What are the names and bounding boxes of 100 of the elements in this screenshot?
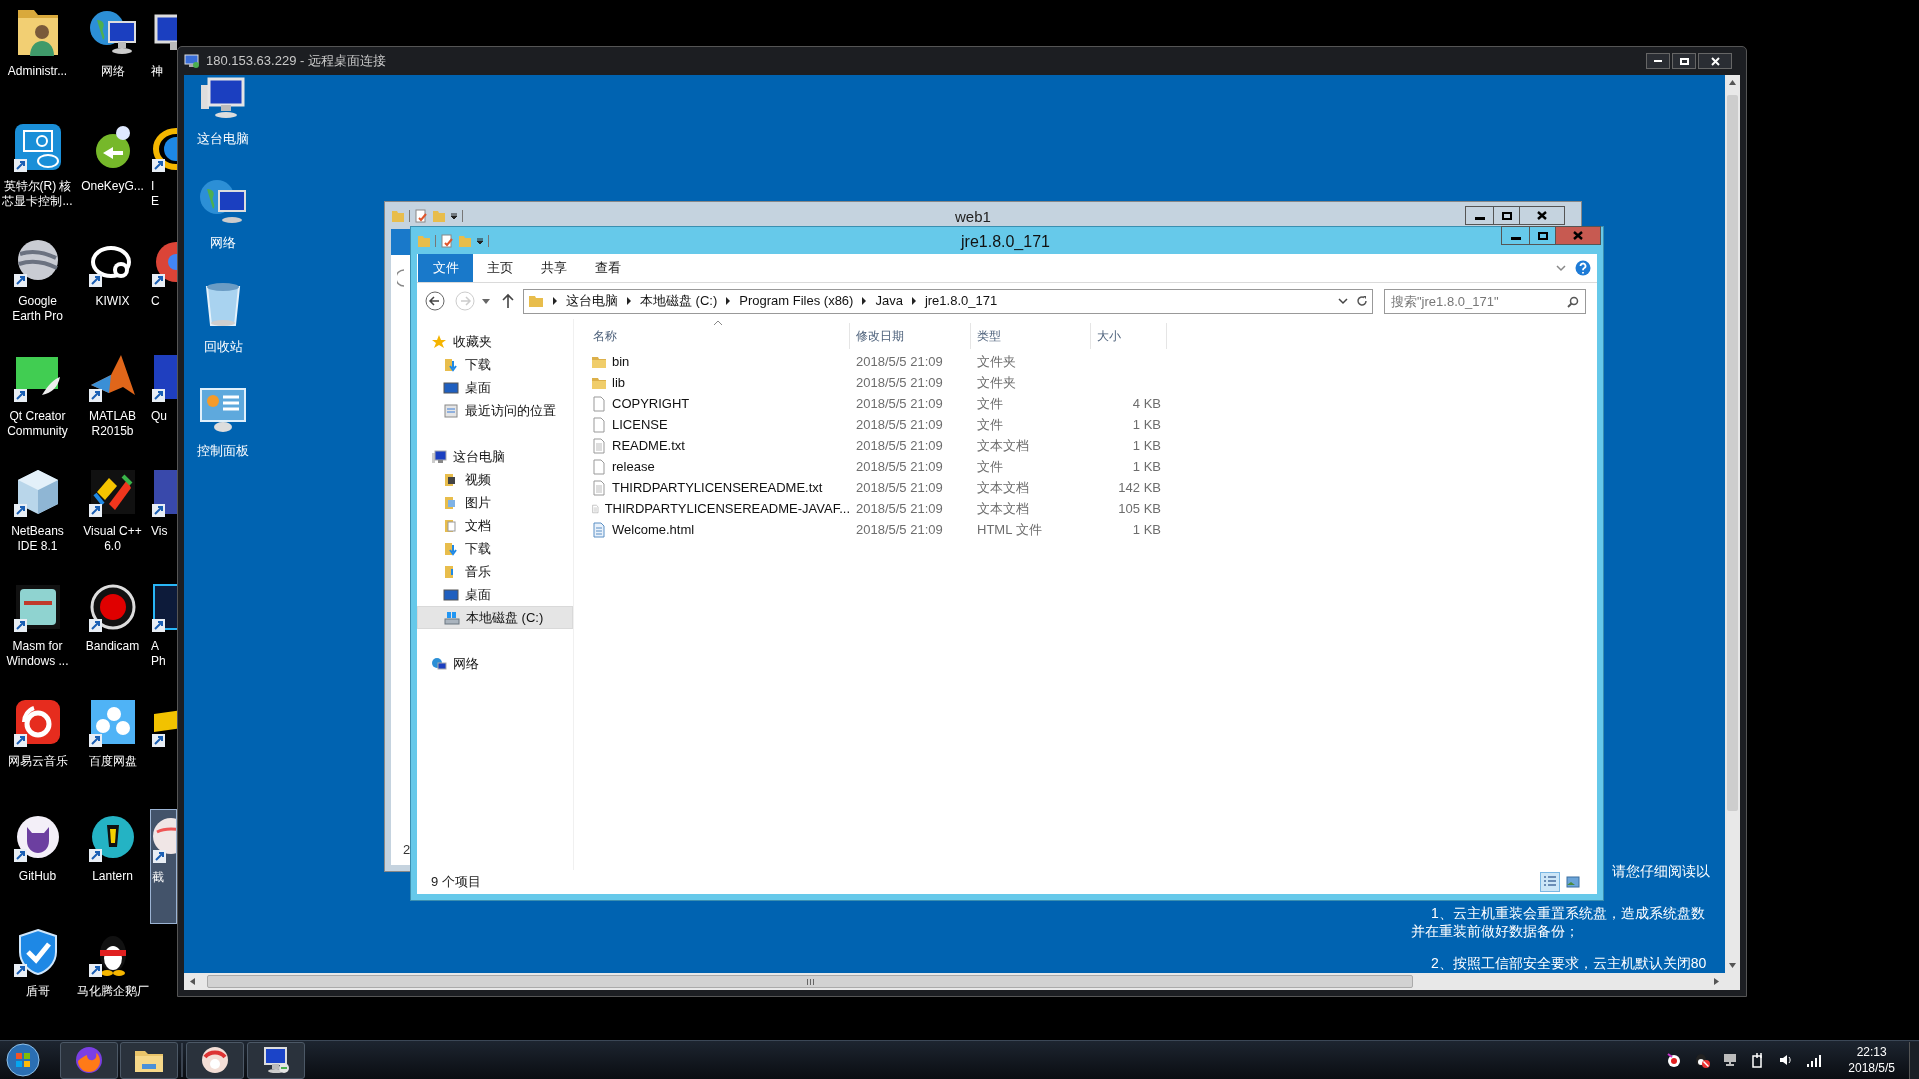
desktop-shortcut[interactable]: 马化腾企鹅厂 [75, 924, 150, 1039]
desktop-shortcut[interactable]: Google Earth Pro [0, 234, 75, 349]
desktop-shortcut[interactable]: GitHub [0, 809, 75, 924]
desktop-shortcut[interactable]: 控制面板 [186, 381, 260, 485]
nav-item[interactable]: 下载 [417, 353, 573, 376]
desktop-shortcut[interactable]: 网络 [75, 4, 150, 119]
refresh-icon[interactable] [1356, 295, 1368, 307]
desktop-shortcut[interactable]: Lantern [75, 809, 150, 924]
column-header[interactable]: 大小 [1091, 323, 1167, 349]
vertical-scrollbar[interactable] [1725, 75, 1740, 973]
nav-item[interactable]: 最近访问的位置 [417, 399, 573, 422]
nav-item[interactable]: 图片 [417, 491, 573, 514]
file-row[interactable]: Welcome.html 2018/5/5 21:09 HTML 文件 1 KB [574, 519, 1167, 540]
breadcrumb-item[interactable]: Java [875, 291, 903, 311]
caret-icon[interactable] [481, 296, 491, 306]
file-row[interactable]: THIRDPARTYLICENSEREADME.txt 2018/5/5 21:09 文本文档 142 KB [574, 477, 1167, 498]
chevron-right-icon[interactable] [910, 297, 917, 305]
desktop-shortcut[interactable]: NetBeans IDE 8.1 [0, 464, 75, 579]
nav-item[interactable]: 本地磁盘 (C:) [417, 606, 573, 629]
search-field[interactable]: 搜索"jre1.8.0_171" [1384, 288, 1586, 314]
caret-icon[interactable] [450, 210, 458, 221]
column-header[interactable]: 类型 [971, 323, 1091, 349]
column-header[interactable]: 名称 [574, 323, 850, 349]
desktop-shortcut[interactable]: 网易云音乐 [0, 694, 75, 809]
chevron-right-icon[interactable] [626, 297, 632, 305]
maximize-button[interactable] [1530, 226, 1556, 245]
ribbon-tab[interactable]: 文件 [418, 254, 473, 282]
desktop-shortcut[interactable]: 这台电脑 [186, 75, 260, 173]
penguin-tray-icon[interactable] [1694, 1052, 1711, 1068]
desktop-shortcut[interactable]: KIWIX [75, 234, 150, 349]
maximize-button[interactable] [1672, 53, 1696, 69]
details-view-button[interactable] [1540, 872, 1560, 892]
nav-item[interactable]: 音乐 [417, 560, 573, 583]
chevron-right-icon[interactable] [861, 297, 868, 305]
scroll-up-arrow-icon[interactable] [1728, 78, 1737, 87]
nav-item[interactable]: 视频 [417, 468, 573, 491]
desktop-shortcut[interactable]: Masm for Windows ... [0, 579, 75, 694]
file-row[interactable]: bin 2018/5/5 21:09 文件夹 [574, 351, 1167, 372]
nav-item[interactable]: 桌面 [417, 583, 573, 606]
breadcrumb-item[interactable]: Program Files (x86) [739, 291, 854, 311]
desktop-shortcut[interactable]: 百度网盘 [75, 694, 150, 809]
desktop-shortcut[interactable]: MATLAB R2015b [75, 349, 150, 464]
minimize-button[interactable] [1501, 226, 1530, 245]
file-row[interactable]: COPYRIGHT 2018/5/5 21:09 文件 4 KB [574, 393, 1167, 414]
desktop-shortcut[interactable]: 回收站 [186, 277, 260, 381]
browser-taskbar-button[interactable] [60, 1041, 118, 1079]
breadcrumb-item[interactable]: jre1.8.0_171 [924, 291, 998, 311]
scroll-down-arrow-icon[interactable] [1728, 961, 1737, 970]
clock[interactable]: 22:13 2018/5/5 [1848, 1044, 1895, 1076]
desktop-shortcut[interactable]: I E [150, 119, 177, 234]
close-button[interactable] [1698, 53, 1732, 69]
file-row[interactable]: README.txt 2018/5/5 21:09 文本文档 1 KB [574, 435, 1167, 456]
app-taskbar-button[interactable] [186, 1041, 244, 1079]
help-icon[interactable] [1575, 260, 1591, 276]
chevron-right-icon[interactable] [552, 297, 558, 305]
chevron-icon[interactable] [1338, 297, 1348, 305]
remote-desktop-taskbar-button[interactable] [247, 1041, 305, 1079]
signal-icon[interactable] [1806, 1052, 1823, 1068]
desktop-shortcut[interactable]: Bandicam [75, 579, 150, 694]
back-icon[interactable] [425, 291, 445, 311]
desktop-shortcut[interactable]: 盾哥 [0, 924, 75, 1039]
minimize-button[interactable] [1646, 53, 1670, 69]
nav-item[interactable]: 桌面 [417, 376, 573, 399]
nav-item[interactable]: 收藏夹 [417, 330, 573, 353]
desktop-shortcut[interactable]: Visual C++ 6.0 [75, 464, 150, 579]
horizontal-scrollbar[interactable] [184, 973, 1740, 990]
address-bar[interactable]: 这台电脑 本地磁盘 (C:) Program Files (x86) Java jre1.8.0_171 [523, 288, 1373, 314]
ribbon-tab[interactable]: 主页 [473, 254, 527, 282]
desktop-shortcut[interactable]: Administr... [0, 4, 75, 119]
icon-label: 盾哥 [25, 984, 50, 999]
breadcrumb-item[interactable]: 这台电脑 [566, 291, 618, 311]
file-name: THIRDPARTYLICENSEREADME.txt [612, 478, 823, 497]
desktop-shortcut[interactable]: Qt Creator Community [0, 349, 75, 464]
file-row[interactable]: THIRDPARTYLICENSEREADME-JAVAF... 2018/5/5 21:09 文本文档 105 KB [574, 498, 1167, 519]
file-row[interactable]: release 2018/5/5 21:09 文件 1 KB [574, 456, 1167, 477]
file-row[interactable]: LICENSE 2018/5/5 21:09 文件 1 KB [574, 414, 1167, 435]
desktop-shortcut[interactable]: 英特尔(R) 核 芯显卡控制... [0, 119, 75, 234]
nav-item[interactable]: 下载 [417, 537, 573, 560]
breadcrumb-item[interactable]: 本地磁盘 (C:) [640, 291, 718, 311]
desktop-shortcut[interactable]: OneKeyG... [75, 119, 150, 234]
minimize-button[interactable] [1465, 206, 1494, 225]
up-arrow-icon[interactable] [501, 293, 515, 309]
nav-item[interactable]: 这台电脑 [417, 445, 573, 468]
nav-item[interactable]: 文档 [417, 514, 573, 537]
nav-item[interactable]: 网络 [417, 652, 573, 675]
chevron-right-icon[interactable] [725, 297, 732, 305]
record-tray-icon[interactable] [1666, 1052, 1683, 1068]
file-explorer-taskbar-button[interactable] [120, 1041, 178, 1079]
desktop-shortcut[interactable]: 神 [150, 4, 177, 119]
desktop-shortcut[interactable]: 网络 [186, 173, 260, 277]
ribbon-tab[interactable]: 共享 [527, 254, 581, 282]
ribbon-tab[interactable]: 查看 [581, 254, 635, 282]
maximize-button[interactable] [1494, 206, 1520, 225]
close-button[interactable] [1520, 206, 1565, 225]
file-row[interactable]: lib 2018/5/5 21:09 文件夹 [574, 372, 1167, 393]
network-tray-icon[interactable] [1722, 1052, 1739, 1068]
caret-icon[interactable] [476, 235, 484, 246]
column-header[interactable]: 修改日期 [850, 323, 971, 349]
download-folder-icon [443, 540, 459, 557]
icon-label: 英特尔(R) 核 [3, 179, 72, 194]
